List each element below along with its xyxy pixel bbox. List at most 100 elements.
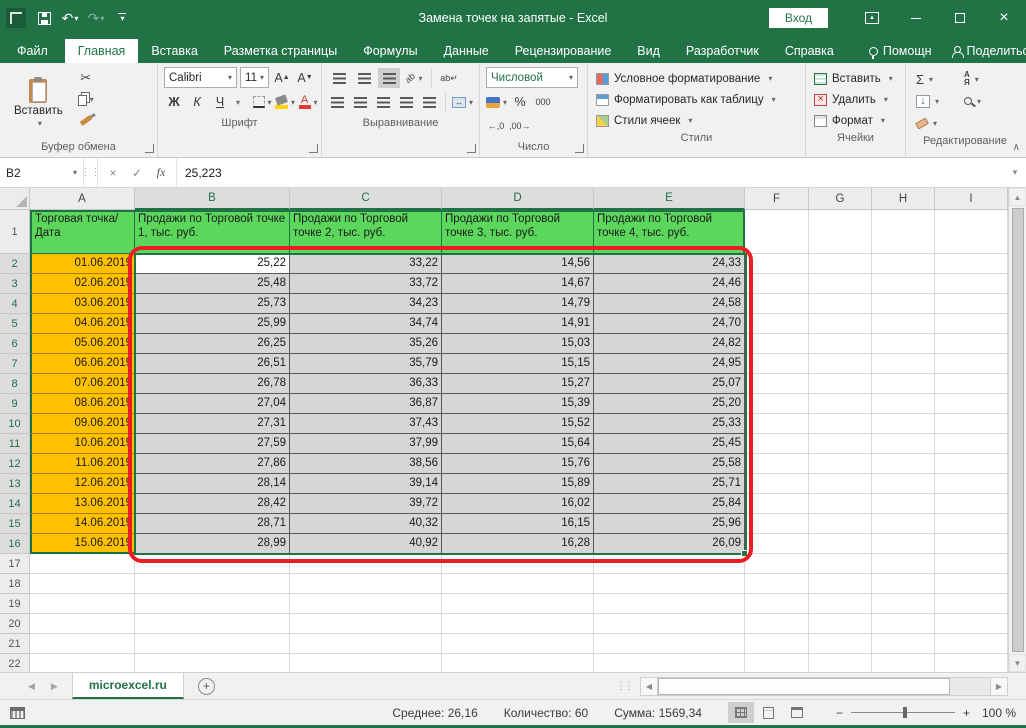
- tab-view[interactable]: Вид: [624, 39, 673, 63]
- cell-G19[interactable]: [809, 594, 872, 614]
- chevron-down-icon[interactable]: ▾: [236, 98, 240, 107]
- sheet-tab-active[interactable]: microexcel.ru: [72, 673, 184, 699]
- row-header-9[interactable]: 9: [0, 394, 30, 414]
- row-header-11[interactable]: 11: [0, 434, 30, 454]
- cell-E20[interactable]: [594, 614, 745, 634]
- font-color-button[interactable]: А▾: [298, 92, 318, 112]
- cell-F6[interactable]: [745, 334, 809, 354]
- cell-D4[interactable]: 14,79: [442, 294, 594, 314]
- page-layout-view-button[interactable]: [756, 702, 782, 723]
- cell-B11[interactable]: 27,59: [135, 434, 290, 454]
- wrap-text-button[interactable]: ab↵: [438, 68, 460, 88]
- undo-button[interactable]: ↶▾: [58, 6, 82, 30]
- collapse-ribbon-button[interactable]: ∧: [1013, 142, 1020, 153]
- cell-E13[interactable]: 25,71: [594, 474, 745, 494]
- alignment-dialog-launcher[interactable]: [467, 144, 476, 153]
- cell-G9[interactable]: [809, 394, 872, 414]
- cell-B20[interactable]: [135, 614, 290, 634]
- cell-G6[interactable]: [809, 334, 872, 354]
- row-header-12[interactable]: 12: [0, 454, 30, 474]
- column-header-F[interactable]: F: [745, 188, 809, 210]
- cell-H12[interactable]: [872, 454, 935, 474]
- number-format-select[interactable]: Числовой▾: [486, 67, 578, 88]
- tab-help[interactable]: Справка: [772, 39, 847, 63]
- cell-I11[interactable]: [935, 434, 1008, 454]
- align-middle-button[interactable]: [353, 68, 375, 88]
- cell-F18[interactable]: [745, 574, 809, 594]
- cell-H5[interactable]: [872, 314, 935, 334]
- cell-A22[interactable]: [30, 654, 135, 672]
- align-right-button[interactable]: [374, 92, 394, 112]
- sign-in-button[interactable]: Вход: [769, 8, 828, 28]
- cell-H19[interactable]: [872, 594, 935, 614]
- column-header-I[interactable]: I: [935, 188, 1008, 210]
- save-button[interactable]: [32, 6, 56, 30]
- cell-B14[interactable]: 28,42: [135, 494, 290, 514]
- cell-I17[interactable]: [935, 554, 1008, 574]
- cell-D11[interactable]: 15,64: [442, 434, 594, 454]
- cell-C15[interactable]: 40,32: [290, 514, 442, 534]
- select-all-button[interactable]: [0, 188, 30, 210]
- customize-qat-button[interactable]: ▾: [110, 6, 134, 30]
- cell-G7[interactable]: [809, 354, 872, 374]
- cell-C10[interactable]: 37,43: [290, 414, 442, 434]
- cell-C3[interactable]: 33,72: [290, 274, 442, 294]
- row-header-10[interactable]: 10: [0, 414, 30, 434]
- row-header-16[interactable]: 16: [0, 534, 30, 554]
- formula-bar-separator[interactable]: ⋮⋮: [84, 158, 98, 187]
- column-header-A[interactable]: A: [30, 188, 135, 210]
- cell-D17[interactable]: [442, 554, 594, 574]
- cell-D21[interactable]: [442, 634, 594, 654]
- find-select-button[interactable]: ▾: [960, 97, 1008, 106]
- cell-E19[interactable]: [594, 594, 745, 614]
- cell-F5[interactable]: [745, 314, 809, 334]
- row-header-22[interactable]: 22: [0, 654, 30, 672]
- cell-D16[interactable]: 16,28: [442, 534, 594, 554]
- increase-font-button[interactable]: А▲: [272, 68, 292, 88]
- tab-file[interactable]: Файл: [0, 39, 65, 63]
- assistant-item[interactable]: Помощн: [859, 39, 942, 63]
- cell-C5[interactable]: 34,74: [290, 314, 442, 334]
- cell-styles-button[interactable]: Стили ячеек▾: [592, 110, 801, 131]
- column-header-B[interactable]: B: [135, 188, 290, 210]
- cell-G5[interactable]: [809, 314, 872, 334]
- cell-A16[interactable]: 15.06.2019: [30, 534, 135, 554]
- redo-button[interactable]: ↷▾: [84, 6, 108, 30]
- cell-A18[interactable]: [30, 574, 135, 594]
- cell-C9[interactable]: 36,87: [290, 394, 442, 414]
- column-header-C[interactable]: C: [290, 188, 442, 210]
- cell-A2[interactable]: 01.06.2019: [30, 254, 135, 274]
- underline-button[interactable]: Ч: [210, 92, 230, 112]
- conditional-formatting-button[interactable]: Условное форматирование▾: [592, 68, 801, 89]
- cell-G4[interactable]: [809, 294, 872, 314]
- cell-G10[interactable]: [809, 414, 872, 434]
- cell-A14[interactable]: 13.06.2019: [30, 494, 135, 514]
- accounting-format-button[interactable]: ▾: [486, 92, 507, 112]
- cell-I4[interactable]: [935, 294, 1008, 314]
- cell-A17[interactable]: [30, 554, 135, 574]
- maximize-button[interactable]: [938, 0, 982, 36]
- cell-E1[interactable]: Продажи по Торговой точке 4, тыс. руб.: [594, 210, 745, 254]
- clipboard-dialog-launcher[interactable]: [145, 144, 154, 153]
- cell-I21[interactable]: [935, 634, 1008, 654]
- row-header-6[interactable]: 6: [0, 334, 30, 354]
- row-header-17[interactable]: 17: [0, 554, 30, 574]
- row-header-13[interactable]: 13: [0, 474, 30, 494]
- column-header-E[interactable]: E: [594, 188, 745, 210]
- ribbon-display-options-button[interactable]: [850, 0, 894, 36]
- cell-H10[interactable]: [872, 414, 935, 434]
- row-header-2[interactable]: 2: [0, 254, 30, 274]
- cell-D2[interactable]: 14,56: [442, 254, 594, 274]
- cell-F15[interactable]: [745, 514, 809, 534]
- cell-H18[interactable]: [872, 574, 935, 594]
- cell-C21[interactable]: [290, 634, 442, 654]
- zoom-out-button[interactable]: −: [836, 706, 843, 720]
- cell-F19[interactable]: [745, 594, 809, 614]
- row-header-1[interactable]: 1: [0, 210, 30, 254]
- name-box[interactable]: B2▾: [0, 158, 84, 187]
- cell-A9[interactable]: 08.06.2019: [30, 394, 135, 414]
- cell-D7[interactable]: 15,15: [442, 354, 594, 374]
- cell-E5[interactable]: 24,70: [594, 314, 745, 334]
- cell-B6[interactable]: 26,25: [135, 334, 290, 354]
- cell-A20[interactable]: [30, 614, 135, 634]
